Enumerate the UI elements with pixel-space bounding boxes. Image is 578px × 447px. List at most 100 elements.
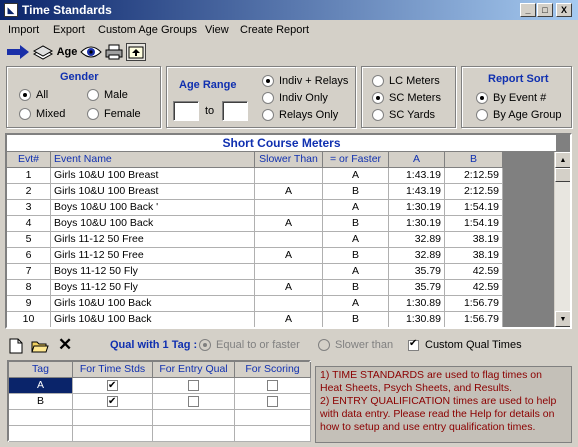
table-row[interactable]: 7 Boys 11-12 50 Fly A 35.79 42.59	[7, 264, 503, 280]
vertical-scrollbar[interactable]: ▲ ▼	[554, 152, 570, 327]
tag-row-empty[interactable]	[9, 410, 311, 426]
evt-cell[interactable]: 9	[7, 296, 51, 312]
menu-view[interactable]: View	[205, 24, 229, 36]
or-faster-cell[interactable]: B	[323, 312, 389, 327]
event-name-cell[interactable]: Boys 10&U 100 Back '	[51, 200, 255, 216]
scoring-cell[interactable]	[235, 394, 311, 410]
checkbox-icon[interactable]	[267, 396, 278, 408]
new-document-icon[interactable]	[9, 338, 25, 354]
or-faster-cell[interactable]: B	[323, 216, 389, 232]
tag-cell[interactable]: A	[9, 378, 73, 394]
table-row[interactable]: 1 Girls 10&U 100 Breast A 1:43.19 2:12.59	[7, 168, 503, 184]
checkbox-icon[interactable]	[107, 394, 118, 409]
column-header-evt[interactable]: Evt#	[7, 152, 51, 168]
a-time-cell[interactable]: 32.89	[389, 248, 445, 264]
column-header-a[interactable]: A	[389, 152, 445, 168]
tag-cell[interactable]: B	[9, 394, 73, 410]
or-faster-cell[interactable]: A	[323, 232, 389, 248]
or-faster-cell[interactable]: A	[323, 168, 389, 184]
sort-option-age-group[interactable]: By Age Group	[476, 109, 562, 121]
gender-option-female[interactable]: Female	[87, 108, 141, 120]
age-from-input[interactable]	[173, 101, 199, 121]
slower-than-cell[interactable]: A	[255, 216, 323, 232]
relay-option-relays-only[interactable]: Relays Only	[262, 109, 338, 121]
b-time-cell[interactable]: 1:54.19	[445, 200, 503, 216]
checkbox-icon[interactable]	[107, 378, 118, 393]
maximize-button[interactable]: □	[537, 3, 553, 17]
slower-than-cell[interactable]: A	[255, 312, 323, 327]
table-row[interactable]: 3 Boys 10&U 100 Back ' A 1:30.19 1:54.19	[7, 200, 503, 216]
table-row[interactable]: 4 Boys 10&U 100 Back A B 1:30.19 1:54.19	[7, 216, 503, 232]
b-time-cell[interactable]: 1:56.79	[445, 296, 503, 312]
gender-option-male[interactable]: Male	[87, 89, 128, 101]
slower-than-cell[interactable]	[255, 264, 323, 280]
b-time-cell[interactable]: 2:12.59	[445, 184, 503, 200]
menu-export[interactable]: Export	[53, 24, 85, 36]
menu-create-report[interactable]: Create Report	[240, 24, 309, 36]
evt-cell[interactable]: 3	[7, 200, 51, 216]
event-name-cell[interactable]: Girls 11-12 50 Free	[51, 232, 255, 248]
or-faster-cell[interactable]: A	[323, 200, 389, 216]
open-folder-icon[interactable]	[31, 338, 49, 354]
event-name-cell[interactable]: Girls 10&U 100 Breast	[51, 184, 255, 200]
evt-cell[interactable]: 6	[7, 248, 51, 264]
b-time-cell[interactable]: 38.19	[445, 248, 503, 264]
close-button[interactable]: X	[556, 3, 572, 17]
a-time-cell[interactable]: 35.79	[389, 264, 445, 280]
or-faster-cell[interactable]: A	[323, 264, 389, 280]
course-option-sc-meters[interactable]: SC Meters	[372, 92, 441, 104]
slower-than-cell[interactable]: A	[255, 280, 323, 296]
slower-than-cell[interactable]: A	[255, 184, 323, 200]
slower-than-cell[interactable]	[255, 200, 323, 216]
b-time-cell[interactable]: 38.19	[445, 232, 503, 248]
books-icon[interactable]	[32, 43, 54, 61]
b-time-cell[interactable]: 2:12.59	[445, 168, 503, 184]
evt-cell[interactable]: 4	[7, 216, 51, 232]
a-time-cell[interactable]: 32.89	[389, 232, 445, 248]
folder-up-icon[interactable]	[126, 43, 146, 61]
checkbox-icon[interactable]	[188, 396, 199, 408]
scroll-thumb[interactable]	[555, 168, 570, 182]
a-time-cell[interactable]: 1:43.19	[389, 184, 445, 200]
course-option-sc-yards[interactable]: SC Yards	[372, 109, 435, 121]
slower-than-cell[interactable]	[255, 232, 323, 248]
entry-qual-cell[interactable]	[153, 378, 235, 394]
evt-cell[interactable]: 10	[7, 312, 51, 327]
table-row[interactable]: 6 Girls 11-12 50 Free A B 32.89 38.19	[7, 248, 503, 264]
qual-option-equal-or-faster[interactable]: Equal to or faster	[199, 339, 300, 351]
a-time-cell[interactable]: 35.79	[389, 280, 445, 296]
b-time-cell[interactable]: 1:54.19	[445, 216, 503, 232]
or-faster-cell[interactable]: B	[323, 184, 389, 200]
qual-option-slower-than[interactable]: Slower than	[318, 339, 393, 351]
menu-custom-age-groups[interactable]: Custom Age Groups	[98, 24, 197, 36]
time-stds-cell[interactable]	[73, 378, 153, 394]
menu-import[interactable]: Import	[8, 24, 39, 36]
slower-than-cell[interactable]: A	[255, 248, 323, 264]
evt-cell[interactable]: 8	[7, 280, 51, 296]
scroll-down-icon[interactable]: ▼	[555, 311, 570, 327]
age-to-input[interactable]	[222, 101, 248, 121]
table-row[interactable]: 9 Girls 10&U 100 Back A 1:30.89 1:56.79	[7, 296, 503, 312]
or-faster-cell[interactable]: B	[323, 280, 389, 296]
event-name-cell[interactable]: Boys 11-12 50 Fly	[51, 280, 255, 296]
or-faster-cell[interactable]: B	[323, 248, 389, 264]
minimize-button[interactable]: _	[520, 3, 536, 17]
a-time-cell[interactable]: 1:30.19	[389, 200, 445, 216]
a-time-cell[interactable]: 1:30.19	[389, 216, 445, 232]
eye-icon[interactable]	[80, 43, 102, 61]
tag-row[interactable]: A	[9, 378, 311, 394]
relay-option-indiv-only[interactable]: Indiv Only	[262, 92, 328, 104]
a-time-cell[interactable]: 1:30.89	[389, 296, 445, 312]
event-name-cell[interactable]: Boys 10&U 100 Back	[51, 216, 255, 232]
gender-option-mixed[interactable]: Mixed	[19, 108, 65, 120]
scroll-up-icon[interactable]: ▲	[555, 152, 570, 168]
time-stds-cell[interactable]	[73, 394, 153, 410]
checkbox-icon[interactable]	[188, 380, 199, 392]
gender-option-all[interactable]: All	[19, 89, 48, 101]
table-row[interactable]: 5 Girls 11-12 50 Free A 32.89 38.19	[7, 232, 503, 248]
evt-cell[interactable]: 1	[7, 168, 51, 184]
event-name-cell[interactable]: Girls 11-12 50 Free	[51, 248, 255, 264]
b-time-cell[interactable]: 42.59	[445, 280, 503, 296]
a-time-cell[interactable]: 1:43.19	[389, 168, 445, 184]
age-button[interactable]: Age	[55, 43, 79, 61]
